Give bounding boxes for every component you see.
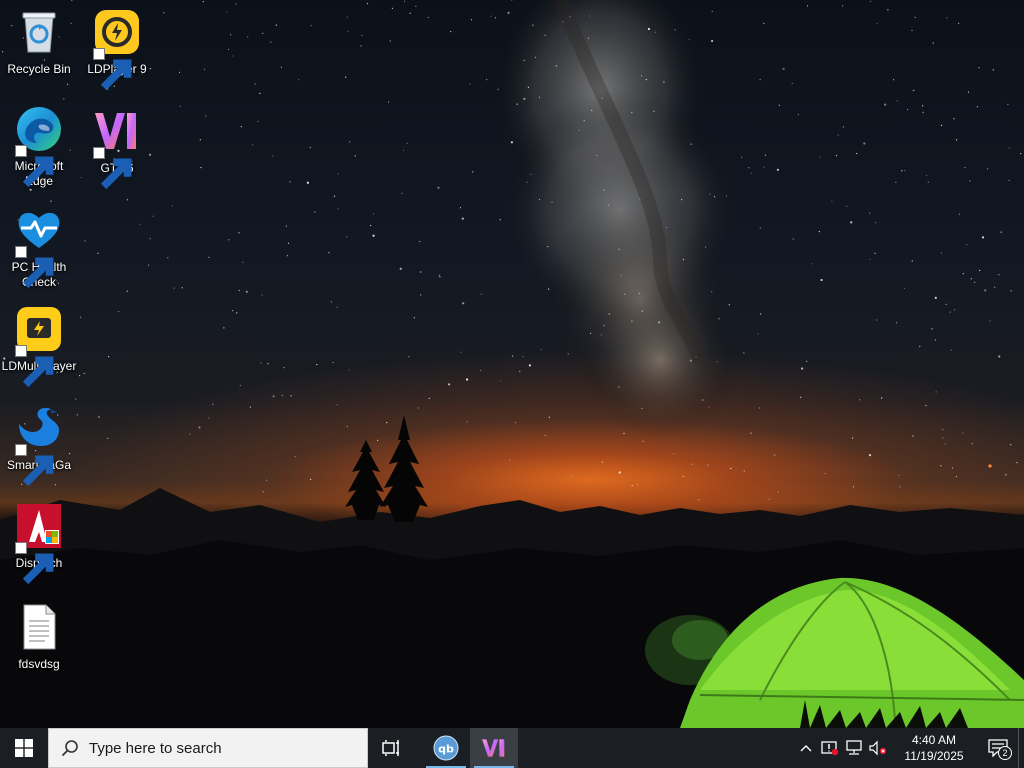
taskbar-app-gta6[interactable] — [470, 728, 518, 768]
edge-icon — [15, 105, 63, 188]
shortcut-arrow-icon — [15, 444, 54, 487]
qbittorrent-icon: qb — [433, 735, 459, 761]
desktop-icon-label: Recycle Bin — [7, 62, 71, 76]
tray-volume-button[interactable] — [866, 728, 890, 768]
show-desktop-button[interactable] — [1018, 728, 1024, 768]
recycle-bin-icon — [15, 8, 63, 56]
ldplayer-icon — [93, 8, 141, 91]
shortcut-arrow-icon — [15, 145, 54, 188]
windows-logo-icon — [15, 739, 33, 757]
desktop-icon-label: fdsvdsg — [18, 657, 60, 671]
svg-text:qb: qb — [438, 743, 454, 756]
ldmultiplayer-icon — [15, 305, 63, 388]
taskbar-clock[interactable]: 4:40 AM 11/19/2025 — [896, 732, 972, 764]
shortcut-arrow-icon — [93, 48, 132, 91]
action-center-button[interactable]: 2 — [978, 728, 1018, 768]
smartgaga-swan-icon — [15, 404, 63, 487]
desktop-icon-gta-6[interactable]: GTA 6 — [78, 107, 156, 190]
desktop-icon-microsoft-edge[interactable]: Microsoft Edge — [0, 105, 78, 189]
taskbar-app-qbittorrent[interactable]: qb — [422, 728, 470, 768]
volume-muted-icon — [869, 740, 887, 756]
search-icon — [61, 740, 78, 757]
start-button[interactable] — [0, 728, 48, 768]
desktop-icon-ldplayer-9[interactable]: LDPlayer 9 — [78, 8, 156, 91]
chevron-up-icon — [800, 745, 812, 752]
taskbar: Type here to search qb 4:40 AM 11/19/202… — [0, 728, 1024, 768]
text-file-icon — [15, 603, 63, 651]
dispatch-icon — [15, 502, 63, 585]
search-placeholder: Type here to search — [89, 739, 222, 757]
tray-security-button[interactable] — [818, 728, 842, 768]
shortcut-arrow-icon — [93, 147, 132, 190]
taskbar-search-box[interactable]: Type here to search — [48, 728, 368, 768]
desktop-icon-dispatch[interactable]: Dispatch — [0, 502, 78, 585]
shortcut-arrow-icon — [15, 246, 54, 289]
tray-network-button[interactable] — [842, 728, 866, 768]
clock-time: 4:40 AM — [911, 733, 957, 747]
pc-health-check-icon — [15, 206, 63, 289]
gta6-logo-icon — [93, 107, 141, 190]
security-alert-icon — [821, 741, 839, 756]
desktop-icon-ldmultiplayer[interactable]: LDMultiPlayer — [0, 305, 78, 388]
shortcut-arrow-icon — [15, 345, 54, 388]
system-tray: 4:40 AM 11/19/2025 2 — [794, 728, 1024, 768]
show-hidden-icons-button[interactable] — [794, 728, 818, 768]
task-view-button[interactable] — [368, 728, 416, 768]
desktop-icon-recycle-bin[interactable]: Recycle Bin — [0, 8, 78, 77]
desktop-icon-fdsvdsg[interactable]: fdsvdsg — [0, 603, 78, 672]
desktop-icon-smartgaga[interactable]: SmartGaGa — [0, 404, 78, 487]
gta6-icon — [482, 739, 505, 757]
network-icon — [846, 740, 862, 755]
notification-count-badge: 2 — [998, 746, 1012, 760]
clock-date: 11/19/2025 — [904, 749, 964, 763]
desktop-icon-pc-health-check[interactable]: PC Health Check — [0, 206, 78, 290]
shortcut-arrow-icon — [15, 542, 54, 585]
task-view-icon — [382, 740, 399, 756]
